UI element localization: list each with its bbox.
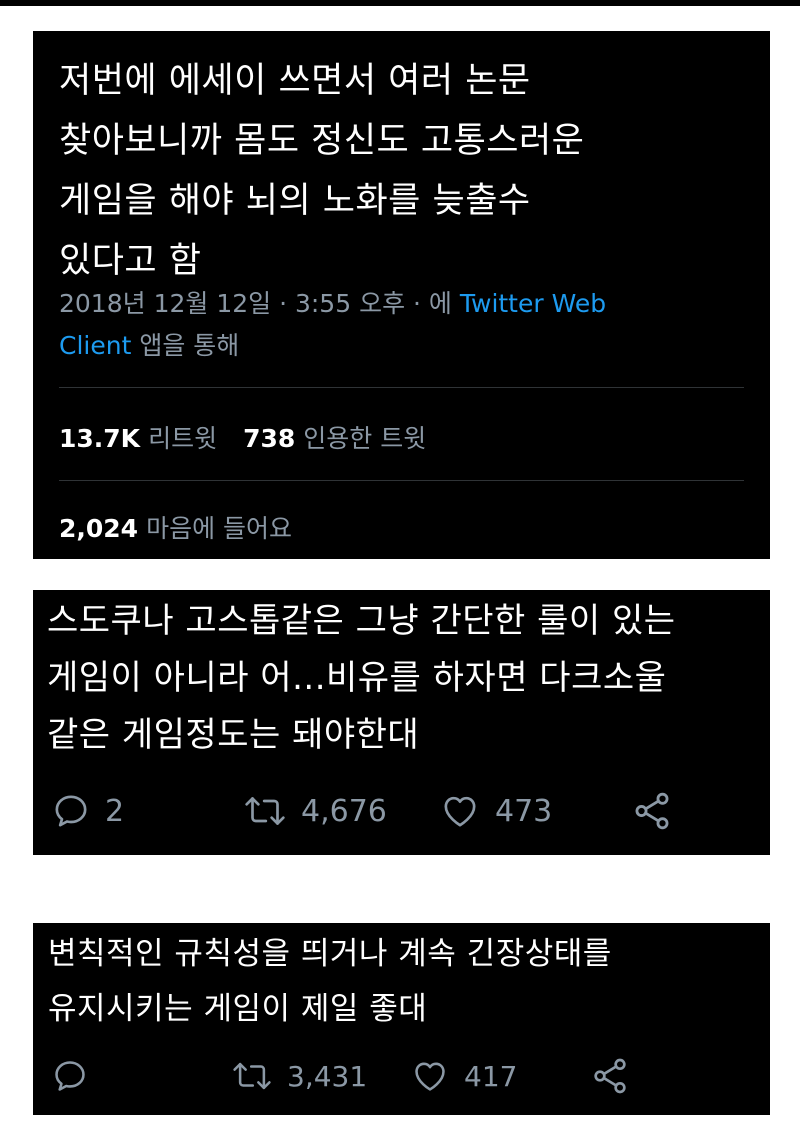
share-icon [635, 792, 669, 830]
main-tweet-text: 저번에 에세이 쓰면서 여러 논문 찾아보니까 몸도 정신도 고통스러운 게임을… [59, 61, 585, 281]
reply-count: 2 [105, 793, 125, 829]
retweet-button[interactable]: 3,431 [231, 1051, 367, 1101]
retweets-stat[interactable]: 13.7K 리트윗 [59, 424, 217, 453]
retweets-count: 13.7K [59, 424, 141, 453]
reply-tweet-text: 변칙적인 규칙성을 띄거나 계속 긴장상태를 유지시키는 게임이 제일 좋대 [48, 936, 612, 1027]
like-button[interactable]: 417 [410, 1051, 517, 1101]
like-count: 473 [495, 793, 553, 829]
reply-icon [55, 795, 87, 827]
retweet-button[interactable]: 4,676 [243, 786, 387, 836]
retweet-icon [233, 1062, 271, 1090]
share-icon [594, 1058, 626, 1094]
reply-button[interactable]: 2 [51, 786, 124, 836]
retweets-label: 리트윗 [148, 424, 218, 453]
share-button[interactable] [631, 786, 673, 836]
likes-stat[interactable]: 2,024 마음에 들어요 [59, 509, 292, 545]
reply-button[interactable] [51, 1051, 103, 1101]
reply-tweet-card: 변칙적인 규칙성을 띄거나 계속 긴장상태를 유지시키는 게임이 제일 좋대 3… [33, 923, 770, 1115]
reply-icon [55, 1061, 85, 1091]
tweet-datetime: 2018년 12월 12일 · 3:55 오후 · 에 [59, 289, 460, 318]
tweet-meta: 2018년 12월 12일 · 3:55 오후 · 에 Twitter Web … [59, 283, 750, 367]
main-tweet-card: 저번에 에세이 쓰면서 여러 논문 찾아보니까 몸도 정신도 고통스러운 게임을… [33, 31, 770, 559]
client-suffix: 앱을 통해 [131, 331, 240, 360]
like-icon [415, 1062, 445, 1091]
share-button[interactable] [590, 1051, 630, 1101]
likes-count: 2,024 [59, 514, 139, 543]
quotes-label: 인용한 트윗 [303, 424, 427, 453]
action-bar: 3,431 417 [33, 1051, 770, 1101]
quotes-count: 738 [243, 424, 296, 453]
action-bar: 2 4,676 473 [33, 786, 770, 836]
divider [59, 387, 744, 388]
reply-tweet-text: 스도쿠나 고스톱같은 그냥 간단한 룰이 있는 게임이 아니라 어...비유를 … [47, 601, 676, 755]
reply-tweet-card: 스도쿠나 고스톱같은 그냥 간단한 룰이 있는 게임이 아니라 어...비유를 … [33, 590, 770, 855]
divider [59, 480, 744, 481]
retweet-quote-stats: 13.7K 리트윗 738 인용한 트윗 [59, 419, 426, 455]
retweet-count: 4,676 [301, 793, 387, 829]
quotes-stat[interactable]: 738 인용한 트윗 [243, 424, 426, 453]
like-count: 417 [464, 1059, 518, 1093]
likes-label: 마음에 들어요 [146, 514, 293, 543]
retweet-icon [245, 797, 285, 825]
top-edge-bar [0, 0, 800, 6]
like-button[interactable]: 473 [439, 786, 552, 836]
like-icon [444, 796, 476, 827]
client-link[interactable]: Twitter Web [460, 289, 606, 318]
retweet-count: 3,431 [287, 1059, 368, 1093]
client-link-cont[interactable]: Client [59, 331, 131, 360]
